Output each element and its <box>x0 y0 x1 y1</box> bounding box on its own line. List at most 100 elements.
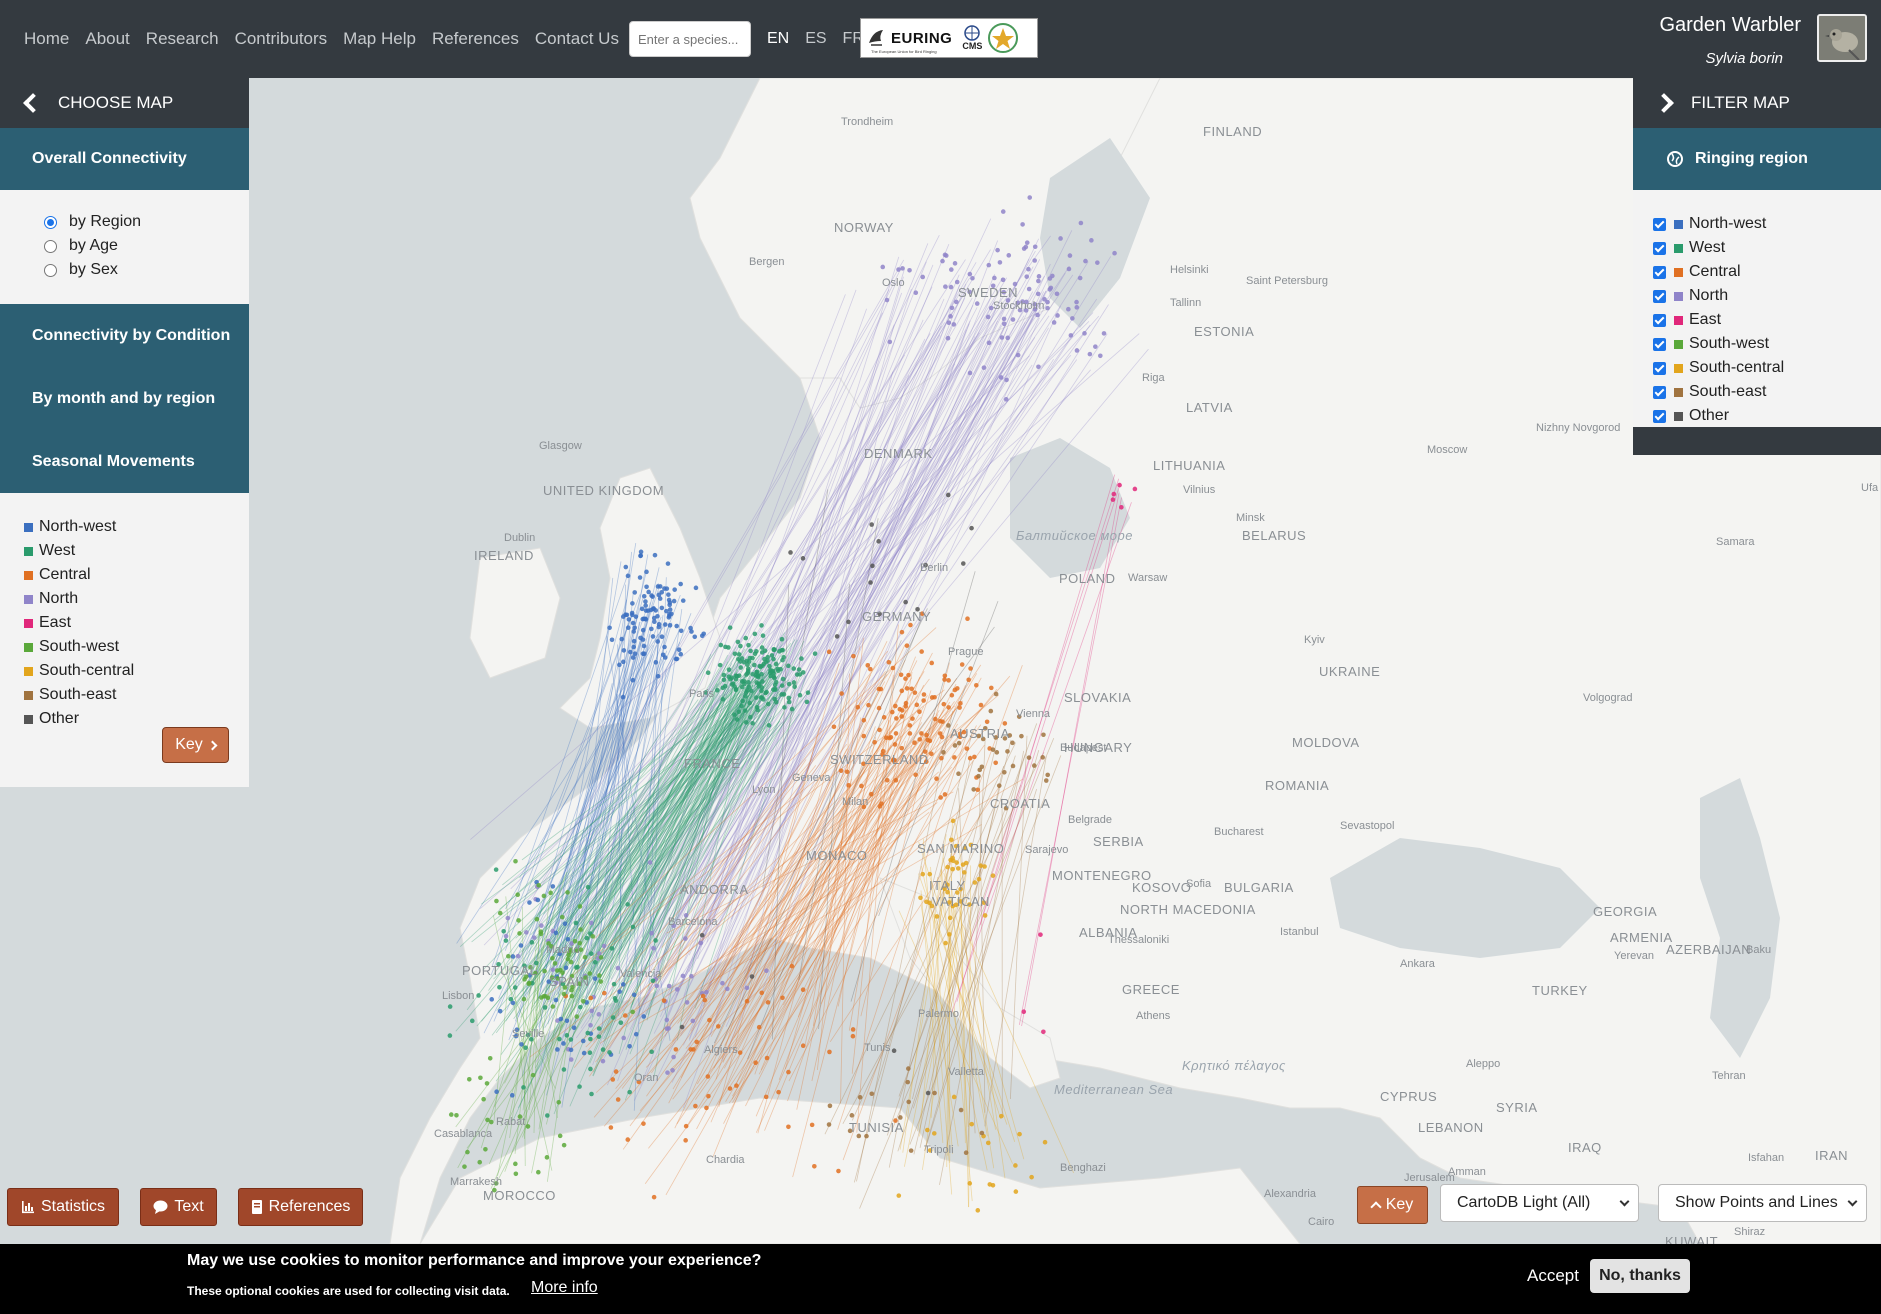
ringing-point[interactable] <box>684 1000 690 1005</box>
ringing-point[interactable] <box>759 685 765 690</box>
ringing-point[interactable] <box>912 690 918 695</box>
ringing-point[interactable] <box>910 716 915 721</box>
ringing-point[interactable] <box>598 979 604 984</box>
ringing-point[interactable] <box>523 1045 528 1051</box>
ringing-point[interactable] <box>1021 1009 1027 1015</box>
ringing-point[interactable] <box>494 898 499 904</box>
ringing-point[interactable] <box>903 676 908 681</box>
ringing-point[interactable] <box>722 683 728 689</box>
ringing-point[interactable] <box>893 778 899 783</box>
ringing-point[interactable] <box>702 997 708 1003</box>
ringing-point[interactable] <box>670 1068 675 1073</box>
ringing-point[interactable] <box>662 644 667 650</box>
ringing-point[interactable] <box>564 1033 570 1038</box>
ringing-point[interactable] <box>844 769 850 775</box>
ringing-point[interactable] <box>662 622 668 627</box>
ringing-point[interactable] <box>906 1099 912 1105</box>
ringing-point[interactable] <box>1077 275 1083 281</box>
ringing-point[interactable] <box>951 1094 957 1100</box>
filter-map-header[interactable]: FILTER MAP <box>1633 78 1881 128</box>
ringing-point[interactable] <box>729 682 735 687</box>
ringing-point[interactable] <box>550 967 556 972</box>
ringing-point[interactable] <box>1058 236 1063 241</box>
ringing-point[interactable] <box>1045 772 1050 778</box>
ringing-point[interactable] <box>621 1035 627 1041</box>
ringing-point[interactable] <box>632 651 638 656</box>
ringing-point[interactable] <box>462 1164 467 1169</box>
ringing-point[interactable] <box>513 858 518 864</box>
ringing-point[interactable] <box>908 1148 914 1153</box>
ringing-point[interactable] <box>715 687 720 693</box>
ringing-point[interactable] <box>630 655 636 660</box>
ringing-point[interactable] <box>851 653 856 659</box>
ringing-point[interactable] <box>538 929 544 934</box>
ringing-point[interactable] <box>769 669 774 674</box>
ringing-point[interactable] <box>736 709 742 715</box>
ringing-point[interactable] <box>962 870 967 875</box>
ringing-point[interactable] <box>907 723 913 728</box>
ringing-point[interactable] <box>773 661 779 667</box>
ringing-point[interactable] <box>886 659 892 665</box>
ringing-point[interactable] <box>738 659 743 664</box>
ringing-point[interactable] <box>1074 299 1079 305</box>
ringing-point[interactable] <box>631 638 637 644</box>
ringing-point[interactable] <box>664 586 670 591</box>
connectivity-by-condition-section[interactable]: Connectivity by Condition <box>0 304 249 367</box>
ringing-point[interactable] <box>984 719 990 725</box>
ringing-point[interactable] <box>1047 287 1053 292</box>
ringing-point[interactable] <box>536 882 542 888</box>
ringing-point[interactable] <box>561 1067 567 1072</box>
ringing-point[interactable] <box>744 672 749 677</box>
ringing-point[interactable] <box>905 1079 911 1085</box>
ringing-point[interactable] <box>954 860 960 865</box>
ringing-point[interactable] <box>584 935 590 941</box>
ringing-point[interactable] <box>544 1155 550 1160</box>
ringing-point[interactable] <box>982 864 987 869</box>
ringing-point[interactable] <box>976 876 982 882</box>
ringing-point[interactable] <box>737 1050 743 1055</box>
ringing-point[interactable] <box>666 1026 671 1031</box>
ringing-point[interactable] <box>812 651 818 656</box>
references-button[interactable]: References <box>238 1188 363 1226</box>
filter-other[interactable]: Other <box>1653 404 1881 428</box>
ringing-point[interactable] <box>943 940 948 946</box>
ringing-point[interactable] <box>786 699 792 705</box>
ringing-point[interactable] <box>1004 377 1009 383</box>
ringing-point[interactable] <box>733 687 739 693</box>
ringing-point[interactable] <box>765 701 771 707</box>
ringing-point[interactable] <box>652 552 658 558</box>
ringing-point[interactable] <box>631 992 637 998</box>
ringing-point[interactable] <box>760 633 766 638</box>
ringing-point[interactable] <box>947 915 953 921</box>
ringing-point[interactable] <box>680 598 686 603</box>
ringing-point[interactable] <box>665 561 671 566</box>
ringing-point[interactable] <box>621 648 627 653</box>
ringing-point[interactable] <box>746 680 751 685</box>
nav-contact-us[interactable]: Contact Us <box>535 29 619 49</box>
ringing-point[interactable] <box>884 297 890 303</box>
ringing-point[interactable] <box>971 787 976 792</box>
ringing-point[interactable] <box>738 665 744 670</box>
ringing-point[interactable] <box>1035 291 1041 297</box>
ringing-point[interactable] <box>620 694 626 700</box>
ringing-point[interactable] <box>782 705 787 710</box>
ringing-point[interactable] <box>650 606 656 612</box>
ringing-point[interactable] <box>655 639 661 644</box>
ringing-point[interactable] <box>534 916 540 922</box>
ringing-point[interactable] <box>899 688 905 694</box>
ringing-point[interactable] <box>771 647 777 653</box>
ringing-point[interactable] <box>846 619 851 625</box>
ringing-point[interactable] <box>866 702 871 708</box>
ringing-point[interactable] <box>786 1069 791 1075</box>
ringing-point[interactable] <box>1013 1163 1018 1168</box>
checkbox-checked[interactable] <box>1653 241 1666 255</box>
ringing-point[interactable] <box>849 1113 855 1118</box>
ringing-point[interactable] <box>954 279 960 285</box>
ringing-point[interactable] <box>780 657 785 663</box>
ringing-point[interactable] <box>625 625 631 631</box>
ringing-point[interactable] <box>580 998 586 1004</box>
ringing-point[interactable] <box>563 965 569 971</box>
ringing-point[interactable] <box>672 587 677 592</box>
ringing-point[interactable] <box>454 1112 459 1118</box>
ringing-point[interactable] <box>967 271 973 277</box>
